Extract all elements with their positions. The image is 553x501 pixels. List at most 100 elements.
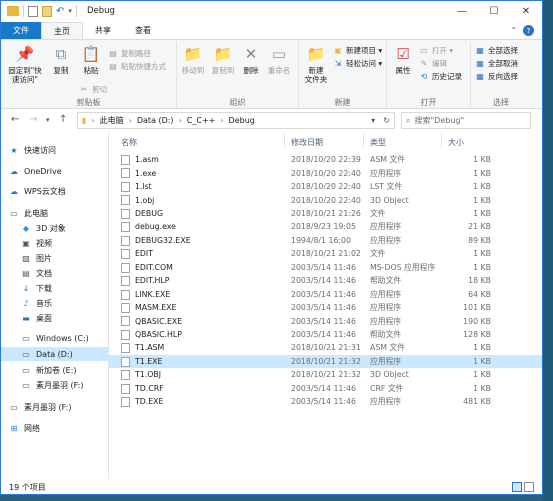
undo-icon[interactable]: ↶ xyxy=(56,6,64,17)
file-type: 帮助文件 xyxy=(370,330,402,340)
open-button[interactable]: ▭ 打开 ▾ xyxy=(419,45,453,56)
file-row[interactable]: EDIT 2018/10/21 21:02 文件 1 KB xyxy=(109,247,542,260)
open-group: ☑ 属性 ▭ 打开 ▾ ✎ 编辑 ⟲ 历史记录 打开 xyxy=(387,42,471,108)
breadcrumb-c-cpp[interactable]: C_C++ xyxy=(187,116,216,125)
column-divider[interactable] xyxy=(441,134,442,148)
sidebar-item-onedrive[interactable]: ☁ OneDrive xyxy=(1,164,109,178)
column-header-size[interactable]: 大小 xyxy=(448,137,464,148)
address-dropdown-icon[interactable]: ▾ xyxy=(371,116,375,125)
file-row[interactable]: T1.ASM 2018/10/21 21:31 ASM 文件 1 KB xyxy=(109,341,542,354)
file-row[interactable]: DEBUG 2018/10/21 21:26 文件 1 KB xyxy=(109,207,542,220)
sidebar-item-pictures[interactable]: ▨ 图片 xyxy=(1,251,109,265)
file-row[interactable]: EDIT.HLP 2003/5/14 11:46 帮助文件 18 KB xyxy=(109,274,542,287)
file-row[interactable]: 1.lst 2018/10/20 22:40 LST 文件 1 KB xyxy=(109,180,542,193)
file-row[interactable]: TD.CRF 2003/5/14 11:46 CRF 文件 1 KB xyxy=(109,382,542,395)
sidebar-item-this-pc[interactable]: ▭ 此电脑 xyxy=(1,206,109,220)
file-row[interactable]: T1.EXE 2018/10/21 21:32 应用程序 1 KB xyxy=(109,354,542,369)
tab-share[interactable]: 共享 xyxy=(83,22,123,39)
column-header-type[interactable]: 类型 xyxy=(370,137,386,148)
file-row[interactable]: MASM.EXE 2003/5/14 11:46 应用程序 101 KB xyxy=(109,301,542,314)
sidebar-item-documents[interactable]: ▤ 文档 xyxy=(1,266,109,280)
large-icons-view-icon[interactable] xyxy=(524,482,534,492)
sidebar-item-videos[interactable]: ▣ 视频 xyxy=(1,236,109,250)
file-row[interactable]: QBASIC.EXE 2003/5/14 11:46 应用程序 190 KB xyxy=(109,314,542,327)
sidebar-item-drive-f[interactable]: ▭ 素月墨羽 (F:) xyxy=(1,378,109,392)
maximize-button[interactable]: ☐ xyxy=(478,1,510,22)
paste-shortcut-button[interactable]: ▤ 粘贴快捷方式 xyxy=(108,61,166,72)
file-row[interactable]: DEBUG32.EXE 1994/8/1 16:00 应用程序 89 KB xyxy=(109,234,542,247)
invert-selection-button[interactable]: ▦ 反向选择 xyxy=(475,71,518,82)
help-icon[interactable]: ? xyxy=(523,25,534,36)
copy-path-icon: ▤ xyxy=(109,49,117,58)
column-header-name[interactable]: 名称 xyxy=(121,137,137,148)
sidebar-item-network[interactable]: ⊞ 网络 xyxy=(1,421,109,435)
delete-button[interactable]: ✕ 删除 xyxy=(240,44,262,75)
history-button[interactable]: ⟲ 历史记录 xyxy=(419,71,462,82)
recent-locations-chevron-icon[interactable]: ▾ xyxy=(46,116,50,124)
back-arrow-icon[interactable]: ← xyxy=(11,114,19,125)
new-item-button[interactable]: ▣ 新建项目 ▾ xyxy=(333,45,382,56)
sidebar-item-drive-c[interactable]: ▭ Windows (C:) xyxy=(1,331,109,345)
file-row[interactable]: 1.exe 2018/10/20 22:40 应用程序 1 KB xyxy=(109,166,542,179)
file-row[interactable]: TD.EXE 2003/5/14 11:46 应用程序 481 KB xyxy=(109,395,542,408)
sidebar-item-quick-access[interactable]: ★ 快速访问 xyxy=(1,143,109,157)
file-row[interactable]: 1.asm 2018/10/20 22:39 ASM 文件 1 KB xyxy=(109,153,542,166)
file-row[interactable]: EDIT.COM 2003/5/14 11:46 MS-DOS 应用程序 1 KB xyxy=(109,261,542,274)
sidebar-item-drive-f-root[interactable]: ▭ 素月墨羽 (F:) xyxy=(1,400,109,414)
file-size: 1 KB xyxy=(473,383,491,393)
rename-button[interactable]: ▭ 重命名 xyxy=(265,44,293,75)
chevron-up-icon[interactable]: ⌃ xyxy=(510,26,517,35)
pin-quick-access-button[interactable]: 📌 固定到"快 速访问" xyxy=(5,44,45,84)
easy-access-button[interactable]: ⇲ 轻松访问 ▾ xyxy=(333,58,383,69)
chevron-down-icon[interactable]: ▾ xyxy=(68,7,72,15)
breadcrumb-this-pc[interactable]: 此电脑 xyxy=(100,115,124,126)
search-box[interactable]: ⌕ 搜索"Debug" xyxy=(401,112,531,129)
sidebar-item-downloads[interactable]: ↓ 下载 xyxy=(1,281,109,295)
new-folder-button[interactable]: 📁 新建 文件夹 xyxy=(301,44,331,84)
edit-button[interactable]: ✎ 编辑 xyxy=(419,58,447,69)
forward-arrow-icon[interactable]: → xyxy=(29,114,37,125)
select-none-button[interactable]: ▦ 全部取消 xyxy=(475,58,518,69)
copy-button[interactable]: ⧉ 复制 xyxy=(47,44,75,75)
breadcrumb-chevron-icon[interactable]: › xyxy=(220,116,223,125)
sidebar-item-3d-objects[interactable]: ◆ 3D 对象 xyxy=(1,221,109,235)
file-row[interactable]: debug.exe 2018/9/23 19:05 应用程序 21 KB xyxy=(109,220,542,233)
close-button[interactable]: ✕ xyxy=(510,1,542,22)
refresh-icon[interactable]: ↻ xyxy=(383,116,390,125)
breadcrumb-debug[interactable]: Debug xyxy=(229,116,255,125)
cut-button[interactable]: ✂ 剪切 xyxy=(79,84,107,95)
file-row[interactable]: LINK.EXE 2003/5/14 11:46 应用程序 64 KB xyxy=(109,288,542,301)
properties-button[interactable]: ☑ 属性 xyxy=(391,44,415,75)
column-divider[interactable] xyxy=(363,134,364,148)
file-type: 应用程序 xyxy=(370,235,402,245)
breadcrumb-data-drive[interactable]: Data (D:) xyxy=(137,116,174,125)
column-header-date[interactable]: 修改日期 xyxy=(291,137,323,148)
sidebar-item-desktop[interactable]: ▬ 桌面 xyxy=(1,311,109,325)
minimize-button[interactable]: — xyxy=(446,1,478,22)
address-bar[interactable]: ▮ › 此电脑 › Data (D:) › C_C++ › Debug ▾ ↻ xyxy=(77,112,395,129)
sidebar-item-wps-cloud[interactable]: ☁ WPS云文档 xyxy=(1,184,109,198)
file-row[interactable]: T1.OBJ 2018/10/21 21:32 3D Object 1 KB xyxy=(109,368,542,381)
move-to-button[interactable]: 📁 移动到 xyxy=(179,44,207,75)
column-divider[interactable] xyxy=(284,134,285,148)
paste-button[interactable]: 📋 粘贴 xyxy=(77,44,105,75)
breadcrumb-chevron-icon[interactable]: › xyxy=(129,116,132,125)
new-folder-icon[interactable] xyxy=(42,5,52,17)
details-view-icon[interactable] xyxy=(512,482,522,492)
sidebar-item-drive-d[interactable]: ▭ Data (D:) xyxy=(1,347,109,361)
breadcrumb-chevron-icon[interactable]: › xyxy=(179,116,182,125)
select-all-button[interactable]: ▦ 全部选择 xyxy=(475,45,518,56)
tab-view[interactable]: 查看 xyxy=(123,22,163,39)
breadcrumb-chevron-icon[interactable]: › xyxy=(91,116,94,125)
sidebar-item-drive-e[interactable]: ▭ 新加卷 (E:) xyxy=(1,363,109,377)
file-row[interactable]: 1.obj 2018/10/20 22:40 3D Object 1 KB xyxy=(109,193,542,206)
tab-home[interactable]: 主页 xyxy=(41,22,83,39)
copy-path-button[interactable]: ▤ 复制路径 xyxy=(108,48,151,59)
up-arrow-icon[interactable]: ↑ xyxy=(59,114,67,125)
file-row[interactable]: QBASIC.HLP 2003/5/14 11:46 帮助文件 128 KB xyxy=(109,328,542,341)
tab-file[interactable]: 文件 xyxy=(1,22,41,39)
copy-to-button[interactable]: 📁 复制到 xyxy=(209,44,237,75)
new-group-label: 新建 xyxy=(334,98,351,107)
sidebar-item-music[interactable]: ♪ 音乐 xyxy=(1,296,109,310)
properties-icon[interactable] xyxy=(28,5,38,17)
